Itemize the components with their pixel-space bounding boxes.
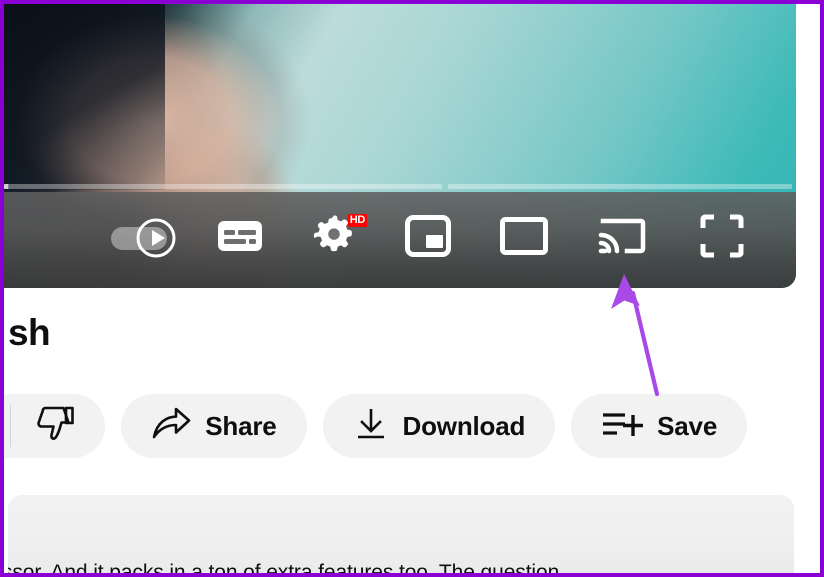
autoplay-track bbox=[111, 218, 176, 258]
settings-button[interactable]: HD bbox=[300, 210, 368, 266]
player-control-bar: HD bbox=[4, 192, 796, 288]
cast-button[interactable] bbox=[586, 210, 658, 266]
play-circle-icon bbox=[136, 218, 176, 258]
share-label: Share bbox=[205, 410, 277, 441]
progress-bar[interactable] bbox=[4, 184, 796, 189]
playlist-add-icon bbox=[601, 409, 644, 444]
chapter-segment-1[interactable] bbox=[4, 184, 443, 189]
hd-quality-badge: HD bbox=[347, 214, 367, 227]
like-dislike-divider bbox=[10, 405, 12, 447]
video-action-row: 2 Share bbox=[4, 394, 748, 458]
miniplayer-icon bbox=[405, 214, 451, 262]
description-card[interactable]: ssor. And it packs in a ton of extra fea… bbox=[8, 495, 794, 577]
save-label: Save bbox=[657, 410, 718, 441]
fullscreen-button[interactable] bbox=[688, 210, 756, 266]
video-player[interactable]: HD bbox=[4, 4, 796, 288]
closed-caption-icon bbox=[217, 218, 263, 259]
miniplayer-button[interactable] bbox=[394, 210, 462, 266]
theater-icon bbox=[500, 216, 548, 260]
fullscreen-icon bbox=[700, 214, 744, 263]
save-button[interactable]: Save bbox=[571, 394, 748, 458]
download-icon bbox=[353, 406, 389, 447]
chapter-played-fill bbox=[4, 184, 8, 189]
screenshot-root: HD sh Share Download Save ssor. And it p… bbox=[0, 0, 824, 577]
subtitles-button[interactable] bbox=[206, 210, 274, 266]
download-label: Download bbox=[402, 410, 526, 441]
share-button[interactable]: Share bbox=[121, 394, 307, 458]
video-title: sh bbox=[8, 312, 51, 353]
dislike-icon[interactable] bbox=[37, 403, 79, 450]
cast-icon bbox=[598, 216, 646, 261]
like-dislike-pill[interactable]: 2 bbox=[4, 394, 106, 458]
autoplay-toggle[interactable] bbox=[100, 210, 178, 266]
share-arrow-icon bbox=[151, 406, 191, 447]
video-subject-shade bbox=[4, 4, 165, 190]
description-text: ssor. And it packs in a ton of extra fea… bbox=[8, 561, 560, 577]
theater-mode-button[interactable] bbox=[490, 210, 558, 266]
chapter-segment-2[interactable] bbox=[448, 184, 792, 189]
download-button[interactable]: Download bbox=[322, 394, 556, 458]
